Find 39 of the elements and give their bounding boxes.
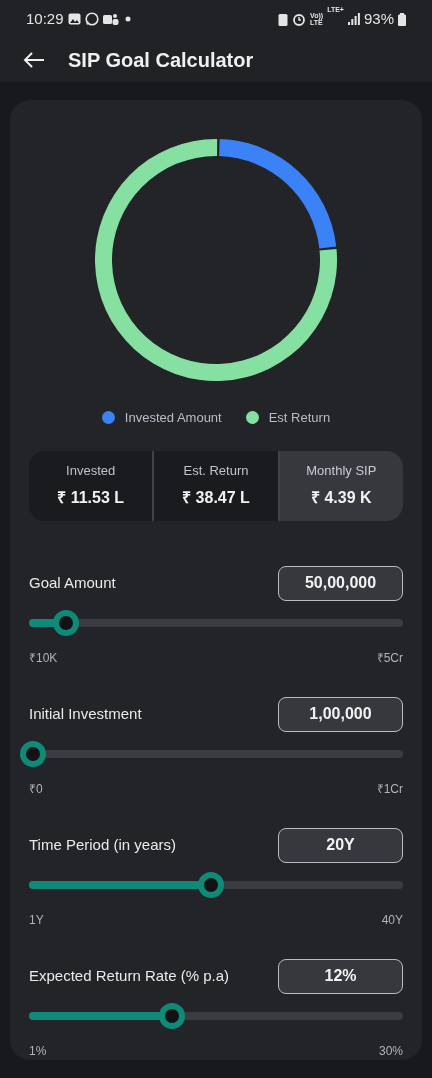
summary-tab[interactable]: Monthly SIP ₹ 4.39 K xyxy=(277,450,403,521)
max-label: 30% xyxy=(378,1042,403,1060)
max-label: ₹5Cr xyxy=(376,649,403,667)
summary-label: Est. Return xyxy=(183,461,249,480)
slider-thumb[interactable] xyxy=(159,1002,186,1029)
field-label: Time Period (in years) xyxy=(29,834,176,855)
slider-thumb[interactable] xyxy=(53,609,80,636)
people-icon xyxy=(102,12,119,26)
min-label: ₹10K xyxy=(29,649,58,667)
value-input[interactable]: 12% xyxy=(278,958,403,994)
value-input[interactable]: 20Y xyxy=(278,827,403,863)
legend-label: Invested Amount xyxy=(124,409,222,427)
min-label: 1% xyxy=(29,1042,47,1060)
summary-value: ₹ 11.53 L xyxy=(57,488,125,509)
max-label: ₹1Cr xyxy=(376,780,403,798)
slider-thumb[interactable] xyxy=(198,871,225,898)
status-time: 10:29 xyxy=(26,8,64,29)
min-label: 1Y xyxy=(29,911,44,929)
slider-thumb[interactable] xyxy=(20,740,46,767)
summary-label: Invested xyxy=(66,461,116,480)
legend-label: Est Return xyxy=(268,409,331,427)
value-input[interactable]: 50,00,000 xyxy=(278,565,403,601)
min-label: ₹0 xyxy=(29,780,43,798)
field-label: Expected Return Rate (% p.a) xyxy=(29,965,230,986)
chat-bubble-icon xyxy=(84,12,99,26)
screen-title: SIP Goal Calculator xyxy=(68,48,254,73)
value-input[interactable]: 1,00,000 xyxy=(278,696,403,732)
battery-icon xyxy=(398,12,406,26)
back-arrow-icon xyxy=(23,52,45,68)
alarm-icon xyxy=(292,12,307,26)
field-label: Goal Amount xyxy=(29,572,116,593)
max-label: 40Y xyxy=(381,911,403,929)
summary-label: Monthly SIP xyxy=(306,461,377,480)
summary-value: ₹ 4.39 K xyxy=(311,488,372,509)
field-label: Initial Investment xyxy=(29,703,142,724)
battery-percent: 93% xyxy=(363,8,394,29)
signal-icon xyxy=(347,13,360,25)
gallery-icon xyxy=(67,13,81,25)
summary-value: ₹ 38.47 L xyxy=(182,488,250,509)
